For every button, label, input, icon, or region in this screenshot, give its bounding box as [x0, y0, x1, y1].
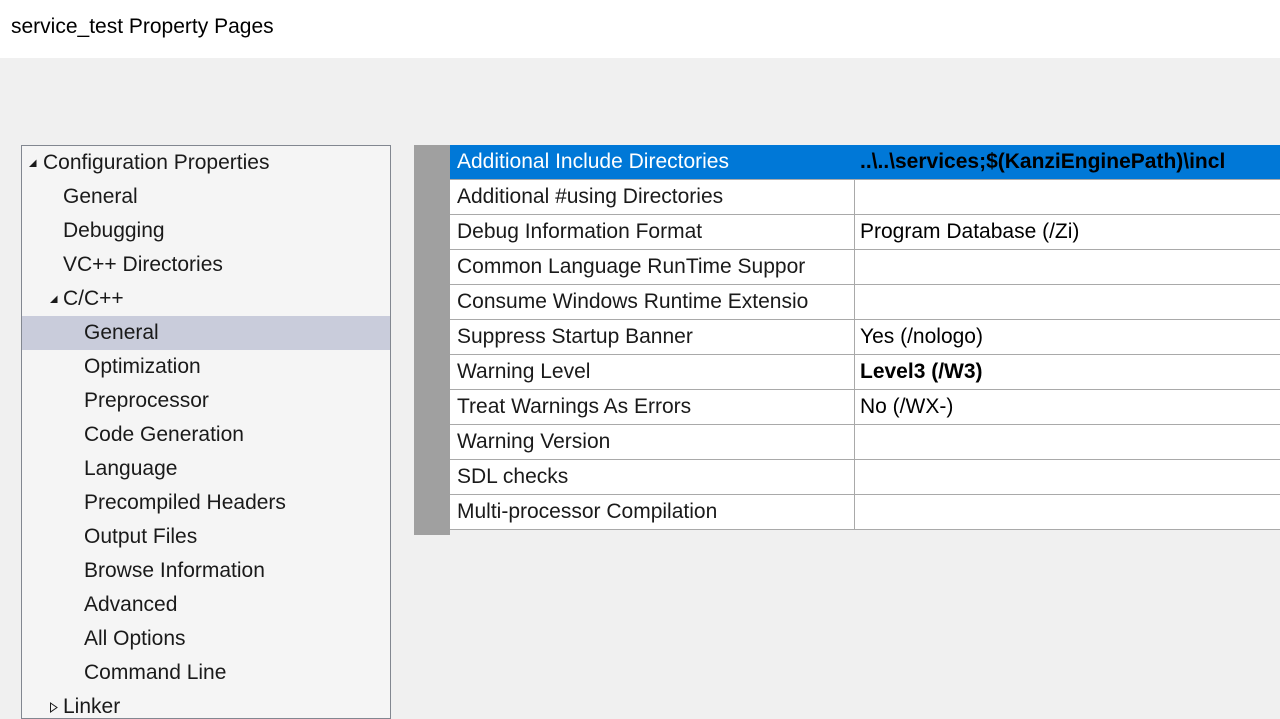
tree-expander-expanded-icon[interactable]: [48, 294, 59, 305]
property-row[interactable]: Additional #using Directories: [450, 180, 1280, 215]
tree-item[interactable]: Browse Information: [22, 554, 390, 588]
tree-item[interactable]: Advanced: [22, 588, 390, 622]
tree-item-selected[interactable]: General: [22, 316, 390, 350]
dialog-content: Configuration PropertiesGeneralDebugging…: [0, 133, 1280, 719]
tree-expander-expanded-icon[interactable]: [27, 158, 38, 169]
property-value-cell[interactable]: Program Database (/Zi): [855, 215, 1280, 249]
configuration-toolbar: Configuration: Debug Platform: Win32: [0, 58, 1280, 133]
tree-item[interactable]: Command Line: [22, 656, 390, 690]
dialog-title-bar: service_test Property Pages: [0, 0, 1280, 58]
tree-item-label: General: [84, 316, 159, 350]
property-row[interactable]: Warning Version: [450, 425, 1280, 460]
property-value-cell[interactable]: [855, 250, 1280, 284]
tree-item-label: All Options: [84, 622, 186, 656]
tree-item-label: Output Files: [84, 520, 197, 554]
tree-item-label: Advanced: [84, 588, 177, 622]
tree-item-label: Command Line: [84, 656, 226, 690]
property-name-cell[interactable]: Additional Include Directories: [450, 145, 854, 179]
property-row[interactable]: Suppress Startup BannerYes (/nologo): [450, 320, 1280, 355]
property-grid: Additional Include Directories..\..\serv…: [414, 145, 1280, 535]
property-row[interactable]: Treat Warnings As ErrorsNo (/WX-): [450, 390, 1280, 425]
tree-expander-collapsed-icon[interactable]: [48, 702, 59, 713]
property-row[interactable]: Additional Include Directories..\..\serv…: [450, 145, 1280, 180]
property-name-cell[interactable]: Suppress Startup Banner: [450, 320, 854, 354]
property-value-cell[interactable]: [855, 495, 1280, 529]
property-name-cell[interactable]: Consume Windows Runtime Extensio: [450, 285, 854, 319]
tree-item[interactable]: Language: [22, 452, 390, 486]
tree-item-label: Configuration Properties: [43, 146, 269, 180]
page-title: service_test Property Pages: [11, 15, 274, 39]
tree-item-label: Browse Information: [84, 554, 265, 588]
property-name-cell[interactable]: Common Language RunTime Suppor: [450, 250, 854, 284]
grid-gutter: [414, 145, 450, 535]
property-row[interactable]: Debug Information FormatProgram Database…: [450, 215, 1280, 250]
property-name-cell[interactable]: SDL checks: [450, 460, 854, 494]
property-value-cell[interactable]: Level3 (/W3): [855, 355, 1280, 389]
property-name-cell[interactable]: Warning Version: [450, 425, 854, 459]
tree-item-label: Linker: [63, 690, 120, 719]
tree-item[interactable]: Configuration Properties: [22, 146, 390, 180]
property-value-cell[interactable]: [855, 460, 1280, 494]
property-value-cell[interactable]: [855, 180, 1280, 214]
tree-item[interactable]: Optimization: [22, 350, 390, 384]
tree-item[interactable]: All Options: [22, 622, 390, 656]
tree-item-label: General: [63, 180, 138, 214]
property-row[interactable]: Multi-processor Compilation: [450, 495, 1280, 530]
property-name-cell[interactable]: Debug Information Format: [450, 215, 854, 249]
property-name-cell[interactable]: Treat Warnings As Errors: [450, 390, 854, 424]
tree-item-label: Precompiled Headers: [84, 486, 286, 520]
property-value-cell[interactable]: [855, 285, 1280, 319]
tree-item-label: Optimization: [84, 350, 201, 384]
tree-item[interactable]: General: [22, 180, 390, 214]
property-name-cell[interactable]: Additional #using Directories: [450, 180, 854, 214]
property-row[interactable]: SDL checks: [450, 460, 1280, 495]
tree-item-label: Preprocessor: [84, 384, 209, 418]
property-value-cell[interactable]: Yes (/nologo): [855, 320, 1280, 354]
property-value-cell[interactable]: No (/WX-): [855, 390, 1280, 424]
property-row[interactable]: Warning LevelLevel3 (/W3): [450, 355, 1280, 390]
tree-item-label: VC++ Directories: [63, 248, 223, 282]
tree-item[interactable]: Code Generation: [22, 418, 390, 452]
property-name-cell[interactable]: Warning Level: [450, 355, 854, 389]
tree-item-label: Code Generation: [84, 418, 244, 452]
tree-item-label: Language: [84, 452, 177, 486]
property-name-cell[interactable]: Multi-processor Compilation: [450, 495, 854, 529]
property-value-cell[interactable]: [855, 425, 1280, 459]
tree-item[interactable]: Precompiled Headers: [22, 486, 390, 520]
tree-item[interactable]: Debugging: [22, 214, 390, 248]
tree-item-label: Debugging: [63, 214, 165, 248]
property-value-cell[interactable]: ..\..\services;$(KanziEnginePath)\incl: [855, 145, 1280, 179]
tree-item-label: C/C++: [63, 282, 124, 316]
property-row[interactable]: Common Language RunTime Suppor: [450, 250, 1280, 285]
property-row[interactable]: Consume Windows Runtime Extensio: [450, 285, 1280, 320]
tree-item[interactable]: C/C++: [22, 282, 390, 316]
property-grid-rows: Additional Include Directories..\..\serv…: [450, 145, 1280, 530]
tree-item[interactable]: VC++ Directories: [22, 248, 390, 282]
tree-item[interactable]: Linker: [22, 690, 390, 719]
tree-item[interactable]: Preprocessor: [22, 384, 390, 418]
configuration-tree[interactable]: Configuration PropertiesGeneralDebugging…: [21, 145, 391, 719]
tree-item[interactable]: Output Files: [22, 520, 390, 554]
